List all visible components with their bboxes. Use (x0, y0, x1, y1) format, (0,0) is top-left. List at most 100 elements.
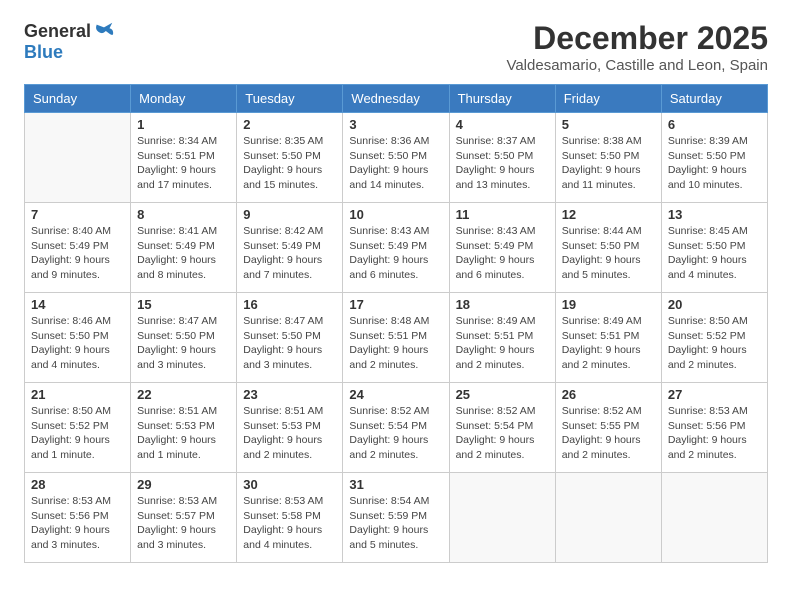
day-info: Sunrise: 8:54 AMSunset: 5:59 PMDaylight:… (349, 494, 442, 553)
calendar-cell: 5 Sunrise: 8:38 AMSunset: 5:50 PMDaylight… (555, 113, 661, 203)
day-number: 8 (137, 207, 230, 222)
day-info: Sunrise: 8:53 AMSunset: 5:58 PMDaylight:… (243, 494, 336, 553)
day-number: 30 (243, 477, 336, 492)
day-number: 18 (456, 297, 549, 312)
day-info: Sunrise: 8:49 AMSunset: 5:51 PMDaylight:… (456, 314, 549, 373)
calendar-cell (555, 473, 661, 563)
calendar-cell: 30 Sunrise: 8:53 AMSunset: 5:58 PMDayligh… (237, 473, 343, 563)
day-number: 17 (349, 297, 442, 312)
weekday-header-sunday: Sunday (25, 85, 131, 113)
calendar-cell: 26 Sunrise: 8:52 AMSunset: 5:55 PMDayligh… (555, 383, 661, 473)
day-number: 22 (137, 387, 230, 402)
calendar-cell: 8 Sunrise: 8:41 AMSunset: 5:49 PMDaylight… (131, 203, 237, 293)
day-info: Sunrise: 8:44 AMSunset: 5:50 PMDaylight:… (562, 224, 655, 283)
calendar-cell: 29Sunrise: 8:53 AMSunset: 5:57 PMDayligh… (131, 473, 237, 563)
calendar-cell: 27 Sunrise: 8:53 AMSunset: 5:56 PMDayligh… (661, 383, 767, 473)
day-info: Sunrise: 8:53 AMSunset: 5:56 PMDaylight:… (31, 494, 124, 553)
weekday-header-row: SundayMondayTuesdayWednesdayThursdayFrid… (25, 85, 768, 113)
calendar-cell: 7Sunrise: 8:40 AMSunset: 5:49 PMDaylight… (25, 203, 131, 293)
week-row-5: 28 Sunrise: 8:53 AMSunset: 5:56 PMDayligh… (25, 473, 768, 563)
day-number: 21 (31, 387, 124, 402)
calendar-cell: 18 Sunrise: 8:49 AMSunset: 5:51 PMDayligh… (449, 293, 555, 383)
week-row-4: 21 Sunrise: 8:50 AMSunset: 5:52 PMDayligh… (25, 383, 768, 473)
weekday-header-wednesday: Wednesday (343, 85, 449, 113)
day-info: Sunrise: 8:37 AMSunset: 5:50 PMDaylight:… (456, 134, 549, 193)
calendar-cell (25, 113, 131, 203)
day-info: Sunrise: 8:39 AMSunset: 5:50 PMDaylight:… (668, 134, 761, 193)
day-info: Sunrise: 8:47 AMSunset: 5:50 PMDaylight:… (137, 314, 230, 373)
calendar-cell: 16 Sunrise: 8:47 AMSunset: 5:50 PMDayligh… (237, 293, 343, 383)
page-header: General Blue December 2025 Valdesamario,… (24, 20, 768, 74)
calendar-cell: 31 Sunrise: 8:54 AMSunset: 5:59 PMDayligh… (343, 473, 449, 563)
day-info: Sunrise: 8:51 AMSunset: 5:53 PMDaylight:… (137, 404, 230, 463)
week-row-1: 1Sunrise: 8:34 AMSunset: 5:51 PMDaylight… (25, 113, 768, 203)
day-number: 7 (31, 207, 124, 222)
calendar-cell: 4 Sunrise: 8:37 AMSunset: 5:50 PMDaylight… (449, 113, 555, 203)
calendar-cell: 23Sunrise: 8:51 AMSunset: 5:53 PMDayligh… (237, 383, 343, 473)
day-info: Sunrise: 8:42 AMSunset: 5:49 PMDaylight:… (243, 224, 336, 283)
day-info: Sunrise: 8:47 AMSunset: 5:50 PMDaylight:… (243, 314, 336, 373)
calendar-table: SundayMondayTuesdayWednesdayThursdayFrid… (24, 84, 768, 563)
logo: General Blue (24, 20, 115, 63)
day-number: 13 (668, 207, 761, 222)
weekday-header-thursday: Thursday (449, 85, 555, 113)
calendar-cell: 6 Sunrise: 8:39 AMSunset: 5:50 PMDaylight… (661, 113, 767, 203)
day-number: 12 (562, 207, 655, 222)
day-info: Sunrise: 8:36 AMSunset: 5:50 PMDaylight:… (349, 134, 442, 193)
day-info: Sunrise: 8:43 AMSunset: 5:49 PMDaylight:… (456, 224, 549, 283)
calendar-cell: 22 Sunrise: 8:51 AMSunset: 5:53 PMDayligh… (131, 383, 237, 473)
day-info: Sunrise: 8:43 AMSunset: 5:49 PMDaylight:… (349, 224, 442, 283)
day-number: 6 (668, 117, 761, 132)
calendar-cell: 11Sunrise: 8:43 AMSunset: 5:49 PMDayligh… (449, 203, 555, 293)
calendar-cell: 12 Sunrise: 8:44 AMSunset: 5:50 PMDayligh… (555, 203, 661, 293)
day-info: Sunrise: 8:35 AMSunset: 5:50 PMDaylight:… (243, 134, 336, 193)
logo-blue-text: Blue (24, 42, 63, 63)
day-info: Sunrise: 8:53 AMSunset: 5:56 PMDaylight:… (668, 404, 761, 463)
weekday-header-tuesday: Tuesday (237, 85, 343, 113)
day-number: 3 (349, 117, 442, 132)
day-number: 31 (349, 477, 442, 492)
day-info: Sunrise: 8:46 AMSunset: 5:50 PMDaylight:… (31, 314, 124, 373)
calendar-cell: 10 Sunrise: 8:43 AMSunset: 5:49 PMDayligh… (343, 203, 449, 293)
day-info: Sunrise: 8:49 AMSunset: 5:51 PMDaylight:… (562, 314, 655, 373)
calendar-cell: 15 Sunrise: 8:47 AMSunset: 5:50 PMDayligh… (131, 293, 237, 383)
day-info: Sunrise: 8:38 AMSunset: 5:50 PMDaylight:… (562, 134, 655, 193)
day-number: 25 (456, 387, 549, 402)
day-info: Sunrise: 8:50 AMSunset: 5:52 PMDaylight:… (668, 314, 761, 373)
day-number: 26 (562, 387, 655, 402)
day-number: 15 (137, 297, 230, 312)
day-info: Sunrise: 8:50 AMSunset: 5:52 PMDaylight:… (31, 404, 124, 463)
day-number: 5 (562, 117, 655, 132)
calendar-cell (449, 473, 555, 563)
day-info: Sunrise: 8:48 AMSunset: 5:51 PMDaylight:… (349, 314, 442, 373)
day-number: 2 (243, 117, 336, 132)
day-number: 29 (137, 477, 230, 492)
title-area: December 2025 Valdesamario, Castille and… (506, 20, 768, 74)
calendar-cell (661, 473, 767, 563)
calendar-cell: 14Sunrise: 8:46 AMSunset: 5:50 PMDayligh… (25, 293, 131, 383)
weekday-header-saturday: Saturday (661, 85, 767, 113)
day-number: 4 (456, 117, 549, 132)
calendar-cell: 28 Sunrise: 8:53 AMSunset: 5:56 PMDayligh… (25, 473, 131, 563)
day-number: 16 (243, 297, 336, 312)
day-number: 28 (31, 477, 124, 492)
week-row-3: 14Sunrise: 8:46 AMSunset: 5:50 PMDayligh… (25, 293, 768, 383)
day-number: 27 (668, 387, 761, 402)
day-info: Sunrise: 8:52 AMSunset: 5:54 PMDaylight:… (456, 404, 549, 463)
day-info: Sunrise: 8:41 AMSunset: 5:49 PMDaylight:… (137, 224, 230, 283)
day-number: 9 (243, 207, 336, 222)
calendar-cell: 13 Sunrise: 8:45 AMSunset: 5:50 PMDayligh… (661, 203, 767, 293)
week-row-2: 7Sunrise: 8:40 AMSunset: 5:49 PMDaylight… (25, 203, 768, 293)
calendar-cell: 3 Sunrise: 8:36 AMSunset: 5:50 PMDaylight… (343, 113, 449, 203)
location-title: Valdesamario, Castille and Leon, Spain (506, 57, 768, 74)
calendar-cell: 20Sunrise: 8:50 AMSunset: 5:52 PMDayligh… (661, 293, 767, 383)
calendar-cell: 21 Sunrise: 8:50 AMSunset: 5:52 PMDayligh… (25, 383, 131, 473)
day-number: 19 (562, 297, 655, 312)
day-info: Sunrise: 8:45 AMSunset: 5:50 PMDaylight:… (668, 224, 761, 283)
calendar-cell: 1Sunrise: 8:34 AMSunset: 5:51 PMDaylight… (131, 113, 237, 203)
day-info: Sunrise: 8:52 AMSunset: 5:55 PMDaylight:… (562, 404, 655, 463)
calendar-cell: 25 Sunrise: 8:52 AMSunset: 5:54 PMDayligh… (449, 383, 555, 473)
day-number: 1 (137, 117, 230, 132)
day-number: 10 (349, 207, 442, 222)
day-info: Sunrise: 8:51 AMSunset: 5:53 PMDaylight:… (243, 404, 336, 463)
